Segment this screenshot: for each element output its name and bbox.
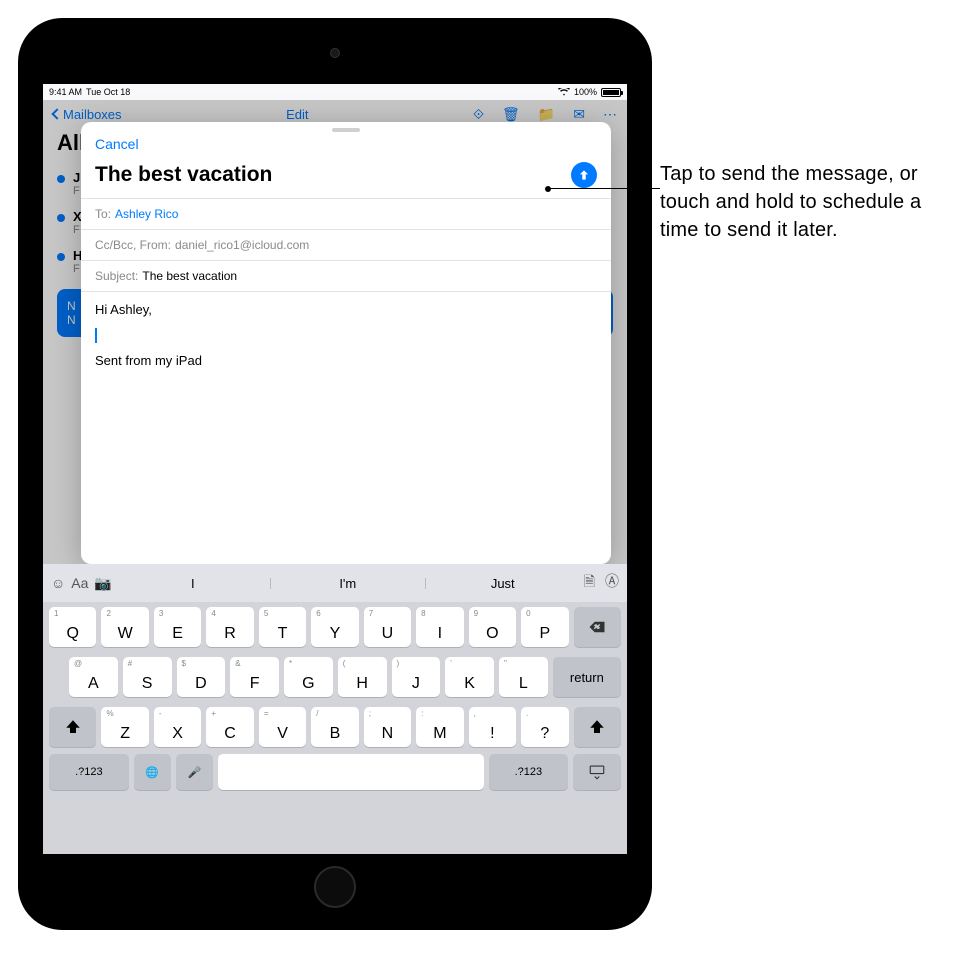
arrow-up-icon: [577, 168, 591, 182]
keyboard-hide-icon: [588, 763, 606, 781]
text-format-icon[interactable]: Aa: [71, 575, 88, 591]
backspace-key[interactable]: [574, 607, 621, 647]
key-h[interactable]: (H: [338, 657, 387, 697]
key-i[interactable]: 8I: [416, 607, 463, 647]
key-q[interactable]: 1Q: [49, 607, 96, 647]
key-t[interactable]: 5T: [259, 607, 306, 647]
prediction-2[interactable]: I'm: [271, 572, 425, 595]
camera-icon[interactable]: 📷: [94, 575, 111, 592]
key-k[interactable]: 'K: [445, 657, 494, 697]
key-?[interactable]: .?: [521, 707, 568, 747]
battery-percent: 100%: [574, 87, 597, 97]
to-value: Ashley Rico: [115, 207, 178, 221]
key-p[interactable]: 0P: [521, 607, 568, 647]
wifi-icon: [558, 88, 570, 96]
key-s[interactable]: #S: [123, 657, 172, 697]
key-a[interactable]: @A: [69, 657, 118, 697]
sheet-grabber[interactable]: [332, 128, 360, 132]
key-j[interactable]: )J: [392, 657, 441, 697]
from-value: daniel_rico1@icloud.com: [175, 238, 309, 252]
subject-field[interactable]: Subject: The best vacation: [81, 260, 611, 291]
numbers-key-left[interactable]: .?123: [49, 754, 129, 790]
dictation-key[interactable]: 🎤: [176, 754, 213, 790]
space-key[interactable]: [218, 754, 484, 790]
battery-icon: [601, 88, 621, 97]
prediction-3[interactable]: Just: [426, 572, 580, 595]
key-row-4: .?123🌐🎤.?123: [43, 752, 627, 796]
callout-text: Tap to send the message, or touch and ho…: [660, 160, 940, 244]
key-e[interactable]: 3E: [154, 607, 201, 647]
subject-value: The best vacation: [142, 269, 237, 283]
prediction-1[interactable]: I: [116, 572, 270, 595]
ipad-device-frame: 9:41 AM Tue Oct 18 100% Mailboxes Edit ⟐…: [18, 18, 652, 930]
signature: Sent from my iPad: [95, 353, 597, 368]
cc-label: Cc/Bcc, From:: [95, 238, 171, 252]
compose-sheet: Cancel The best vacation To: Ashley Rico…: [81, 122, 611, 564]
status-time: 9:41 AM: [49, 87, 82, 97]
front-camera: [330, 48, 340, 58]
hide-keyboard-key[interactable]: [573, 754, 621, 790]
to-field[interactable]: To: Ashley Rico: [81, 198, 611, 229]
key-d[interactable]: $D: [177, 657, 226, 697]
key-v[interactable]: =V: [259, 707, 306, 747]
key-m[interactable]: :M: [416, 707, 463, 747]
key-f[interactable]: &F: [230, 657, 279, 697]
key-c[interactable]: +C: [206, 707, 253, 747]
markup-icon[interactable]: Ⓐ: [605, 571, 619, 595]
key-z[interactable]: %Z: [101, 707, 148, 747]
return-key[interactable]: return: [553, 657, 621, 697]
globe-key[interactable]: 🌐: [134, 754, 171, 790]
key-l[interactable]: "L: [499, 657, 548, 697]
to-label: To:: [95, 207, 111, 221]
key-row-3: %Z-X+C=V/B;N:M,!.?: [43, 702, 627, 752]
shift-key-right[interactable]: [574, 707, 621, 747]
key-n[interactable]: ;N: [364, 707, 411, 747]
key-w[interactable]: 2W: [101, 607, 148, 647]
shift-key-left[interactable]: [49, 707, 96, 747]
backspace-icon: [588, 618, 606, 636]
shift-icon: [64, 718, 82, 736]
key-r[interactable]: 4R: [206, 607, 253, 647]
text-cursor: [95, 328, 97, 343]
scan-document-icon[interactable]: 🗎: [584, 571, 595, 595]
emoji-icon[interactable]: ☺: [51, 575, 65, 591]
key-x[interactable]: -X: [154, 707, 201, 747]
key-y[interactable]: 6Y: [311, 607, 358, 647]
send-button[interactable]: [571, 162, 597, 188]
subject-label: Subject:: [95, 269, 138, 283]
key-u[interactable]: 7U: [364, 607, 411, 647]
shift-icon: [588, 718, 606, 736]
body-greeting: Hi Ashley,: [95, 302, 597, 317]
message-body[interactable]: Hi Ashley, Sent from my iPad: [81, 291, 611, 564]
prediction-bar: ☺ Aa 📷 I I'm Just 🗎 Ⓐ: [43, 564, 627, 602]
numbers-key-right[interactable]: .?123: [489, 754, 569, 790]
home-button[interactable]: [314, 866, 356, 908]
status-date: Tue Oct 18: [86, 87, 130, 97]
compose-title: The best vacation: [95, 163, 272, 187]
key-row-2: @A#S$D&F*G(H)J'K"Lreturn: [43, 652, 627, 702]
key-row-1: 1Q2W3E4R5T6Y7U8I9O0P: [43, 602, 627, 652]
key-![interactable]: ,!: [469, 707, 516, 747]
status-bar: 9:41 AM Tue Oct 18 100%: [43, 84, 627, 100]
onscreen-keyboard: ☺ Aa 📷 I I'm Just 🗎 Ⓐ 1Q2W3E4R5T6Y7U8I9O…: [43, 564, 627, 854]
ipad-screen: 9:41 AM Tue Oct 18 100% Mailboxes Edit ⟐…: [43, 84, 627, 854]
callout-leader-line: [548, 188, 660, 189]
cancel-button[interactable]: Cancel: [95, 136, 139, 152]
cc-bcc-from-field[interactable]: Cc/Bcc, From: daniel_rico1@icloud.com: [81, 229, 611, 260]
key-o[interactable]: 9O: [469, 607, 516, 647]
key-g[interactable]: *G: [284, 657, 333, 697]
key-b[interactable]: /B: [311, 707, 358, 747]
